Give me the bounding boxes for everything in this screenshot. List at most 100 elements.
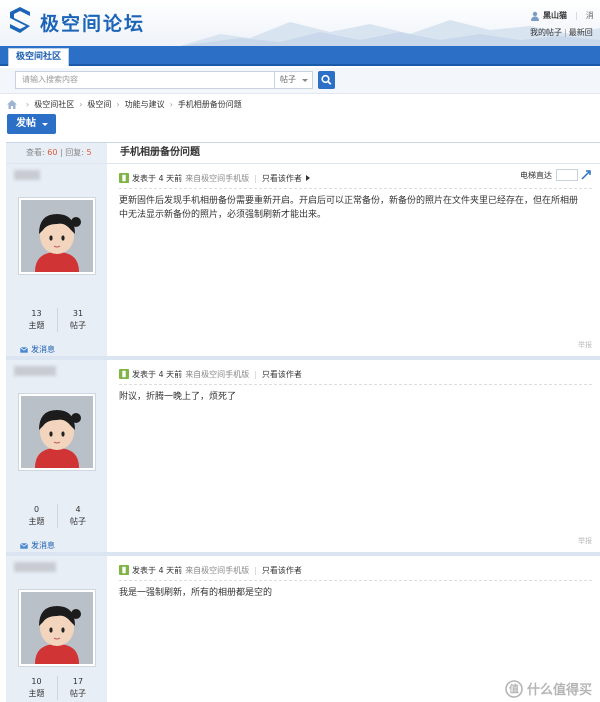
thread-container: 查看: 60 | 回复: 5 手机相册备份问题 13 主题 31 帖子 发消息 … bbox=[6, 142, 600, 702]
topics-label: 主题 bbox=[28, 689, 45, 698]
breadcrumb: › 极空间社区 › 极空间 › 功能与建议 › 手机相册备份问题 bbox=[7, 97, 242, 111]
floor-jump-go-icon[interactable] bbox=[580, 169, 592, 181]
posted-time: 发表于 4 天前 bbox=[132, 369, 183, 379]
search-type-select[interactable]: 帖子 bbox=[275, 71, 313, 89]
nav-tab-community[interactable]: 极空间社区 bbox=[8, 48, 70, 66]
user-icon bbox=[531, 11, 539, 21]
search-button[interactable] bbox=[318, 71, 335, 89]
messages-link[interactable]: 消 bbox=[586, 10, 594, 21]
post-item: 13 主题 31 帖子 发消息 发表于 4 天前 来自极空间手机版 | 只看该作… bbox=[6, 164, 600, 360]
search-icon bbox=[321, 74, 332, 85]
separator: | bbox=[254, 369, 257, 379]
floor-jump-input[interactable] bbox=[556, 169, 578, 181]
floor-jump-label: 电梯直达 bbox=[520, 170, 552, 180]
breadcrumb-separator: › bbox=[116, 99, 120, 109]
posted-time: 发表于 4 天前 bbox=[132, 565, 183, 575]
posts-count: 17 bbox=[72, 677, 84, 686]
author-stats: 10 主题 17 帖子 bbox=[16, 676, 98, 700]
search-type-label: 帖子 bbox=[280, 75, 296, 84]
replies-count: 5 bbox=[86, 148, 92, 157]
posts-label: 帖子 bbox=[70, 321, 86, 330]
stat-posts[interactable]: 31 帖子 bbox=[57, 308, 98, 332]
post-author-panel: 13 主题 31 帖子 发消息 bbox=[6, 164, 107, 356]
posts-label: 帖子 bbox=[70, 689, 86, 698]
post-author-panel: 10 主题 17 帖子 bbox=[6, 556, 107, 702]
posted-from: 来自极空间手机版 bbox=[185, 565, 250, 575]
thread-header: 查看: 60 | 回复: 5 手机相册备份问题 bbox=[6, 142, 600, 164]
send-message-link[interactable]: 发消息 bbox=[20, 344, 55, 355]
chevron-down-icon bbox=[302, 79, 308, 82]
avatar[interactable] bbox=[18, 589, 96, 667]
send-message-link[interactable]: 发消息 bbox=[20, 540, 55, 551]
divider bbox=[119, 384, 592, 385]
stat-topics[interactable]: 0 主题 bbox=[16, 504, 57, 528]
search-input[interactable]: 请输入搜索内容 bbox=[15, 71, 275, 89]
post-meta: 发表于 4 天前 来自极空间手机版 | 只看该作者 bbox=[119, 368, 592, 380]
avatar[interactable] bbox=[18, 393, 96, 471]
post-body: 我是一强制刷新，所有的相册都是空的 bbox=[119, 588, 273, 598]
divider bbox=[119, 188, 592, 189]
avatar-image bbox=[21, 200, 93, 272]
author-name-blurred[interactable] bbox=[14, 562, 56, 572]
author-stats: 13 主题 31 帖子 bbox=[16, 308, 98, 332]
stat-topics[interactable]: 13 主题 bbox=[16, 308, 57, 332]
only-author-link[interactable]: 只看该作者 bbox=[262, 173, 302, 184]
post-body: 更新固件后发现手机相册备份需要重新开启。开启后可以正常备份，新备份的照片在文件夹… bbox=[119, 196, 579, 220]
topics-count: 0 bbox=[33, 505, 40, 514]
breadcrumb-item[interactable]: 极空间 bbox=[87, 99, 111, 110]
author-name-blurred[interactable] bbox=[14, 170, 40, 180]
thread-title: 手机相册备份问题 bbox=[120, 147, 200, 158]
stats-separator: | bbox=[59, 148, 63, 157]
topics-label: 主题 bbox=[28, 517, 45, 526]
username-link[interactable]: 黑山猫 bbox=[543, 10, 567, 21]
svg-text:值: 值 bbox=[509, 682, 519, 695]
mobile-post-icon bbox=[119, 173, 129, 183]
avatar[interactable] bbox=[18, 197, 96, 275]
post-meta: 发表于 4 天前 来自极空间手机版 | 只看该作者 bbox=[119, 564, 592, 576]
posted-from: 来自极空间手机版 bbox=[185, 369, 250, 379]
chevron-down-icon bbox=[42, 123, 48, 126]
author-stats: 0 主题 4 帖子 bbox=[16, 504, 98, 528]
mobile-post-icon bbox=[119, 369, 129, 379]
separator: | bbox=[564, 28, 567, 37]
post-content-panel: 发表于 4 天前 来自极空间手机版 | 只看该作者 附议，折腾一晚上了，烦死了 … bbox=[107, 360, 600, 552]
author-name-blurred[interactable] bbox=[14, 366, 56, 376]
floor-jump: 电梯直达 bbox=[520, 169, 592, 181]
posts-count: 4 bbox=[75, 505, 81, 514]
mobile-post-icon bbox=[119, 565, 129, 575]
topics-label: 主题 bbox=[28, 321, 45, 330]
search-bar: 请输入搜索内容 帖子 bbox=[0, 68, 600, 94]
arrow-right-icon[interactable] bbox=[305, 175, 310, 181]
breadcrumb-item[interactable]: 手机相册备份问题 bbox=[178, 99, 242, 110]
breadcrumb-item[interactable]: 极空间社区 bbox=[34, 99, 74, 110]
post-body: 附议，折腾一晚上了，烦死了 bbox=[119, 392, 237, 402]
my-posts-link[interactable]: 我的帖子 bbox=[530, 28, 562, 37]
envelope-icon bbox=[20, 346, 28, 353]
logo-icon[interactable] bbox=[6, 6, 34, 34]
home-icon[interactable] bbox=[7, 99, 17, 109]
separator: | bbox=[575, 11, 578, 20]
send-message-label: 发消息 bbox=[31, 345, 55, 354]
stat-posts[interactable]: 4 帖子 bbox=[57, 504, 98, 528]
report-link[interactable]: 举报 bbox=[578, 536, 592, 546]
posts-count: 31 bbox=[72, 309, 84, 318]
site-header: 极空间论坛 黑山猫 | 消 我的帖子 | 最新回 bbox=[0, 0, 600, 46]
latest-reply-link[interactable]: 最新回 bbox=[569, 28, 593, 37]
new-post-button[interactable]: 发帖 bbox=[7, 114, 56, 134]
site-name[interactable]: 极空间论坛 bbox=[40, 9, 145, 36]
report-link[interactable]: 举报 bbox=[578, 340, 592, 350]
watermark-logo-icon: 值 bbox=[505, 679, 523, 698]
post-author-panel: 0 主题 4 帖子 发消息 bbox=[6, 360, 107, 552]
only-author-link[interactable]: 只看该作者 bbox=[262, 565, 302, 576]
topics-count: 10 bbox=[31, 677, 42, 686]
divider bbox=[119, 580, 592, 581]
only-author-link[interactable]: 只看该作者 bbox=[262, 369, 302, 380]
breadcrumb-separator: › bbox=[26, 99, 30, 109]
breadcrumb-item[interactable]: 功能与建议 bbox=[125, 99, 165, 110]
avatar-image bbox=[21, 592, 93, 664]
stat-posts[interactable]: 17 帖子 bbox=[57, 676, 98, 700]
user-area: 黑山猫 | 消 我的帖子 | 最新回 bbox=[530, 10, 600, 38]
stat-topics[interactable]: 10 主题 bbox=[16, 676, 57, 700]
thread-stats: 查看: 60 | 回复: 5 bbox=[6, 143, 107, 163]
views-count: 60 bbox=[47, 148, 58, 157]
